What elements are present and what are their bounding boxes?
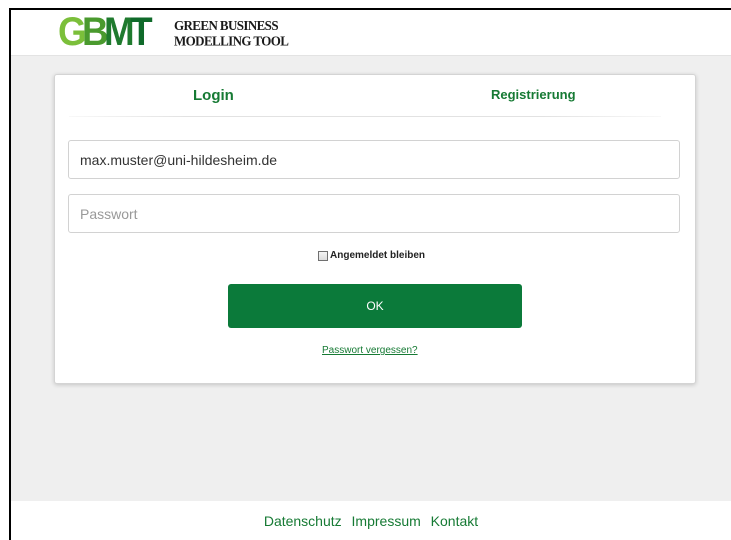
logo-letter-t: T [130, 10, 153, 54]
gbmt-logo[interactable]: GBMT [58, 10, 153, 54]
header: GBMT GREEN BUSINESS MODELLING TOOL [11, 10, 731, 56]
footer-link-kontakt[interactable]: Kontakt [431, 513, 478, 529]
logo-text-line1: GREEN BUSINESS [174, 17, 279, 33]
tab-registrierung[interactable]: Registrierung [491, 87, 576, 102]
remember-me: Angemeldet bleiben [318, 250, 425, 261]
tab-divider [69, 116, 661, 117]
ok-button[interactable]: OK [228, 284, 522, 328]
email-field[interactable] [68, 140, 680, 179]
logo-letter-m: M [104, 10, 135, 54]
footer-links: Datenschutz Impressum Kontakt [11, 513, 731, 529]
footer-link-impressum[interactable]: Impressum [352, 513, 421, 529]
login-card: Login Registrierung Angemeldet bleiben O… [54, 74, 696, 384]
logo-text: GREEN BUSINESS MODELLING TOOL [174, 17, 289, 49]
logo-letter-g: G [58, 10, 87, 54]
footer: Datenschutz Impressum Kontakt [11, 501, 731, 540]
browser-frame: GBMT GREEN BUSINESS MODELLING TOOL Login… [9, 8, 731, 540]
footer-link-datenschutz[interactable]: Datenschutz [264, 513, 342, 529]
logo-text-line2: MODELLING TOOL [174, 33, 289, 49]
remember-checkbox[interactable] [318, 250, 328, 261]
password-field[interactable] [68, 194, 680, 233]
forgot-password-link[interactable]: Passwort vergessen? [322, 345, 418, 356]
tab-login[interactable]: Login [193, 87, 234, 104]
logo-letter-b: B [82, 10, 109, 54]
remember-label: Angemeldet bleiben [330, 250, 426, 261]
